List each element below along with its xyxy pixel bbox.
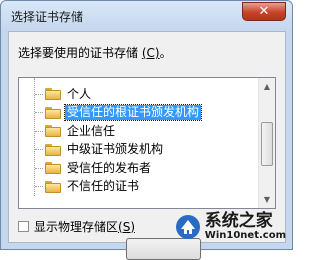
- tree-branch-line: [35, 167, 43, 169]
- tree-branch-line: [35, 186, 43, 187]
- tree-item-label: 受信任的根证书颁发机构: [63, 104, 203, 121]
- ok-button[interactable]: [126, 238, 201, 260]
- folder-icon: [45, 88, 61, 100]
- tree-item-label: 个人: [67, 86, 92, 101]
- tree-item-label: 受信任的发布者: [67, 160, 152, 175]
- tree-branch-line: [35, 130, 43, 132]
- close-icon: ✕: [258, 4, 270, 19]
- site-watermark: 系统之家 Win10net.com: [175, 210, 286, 241]
- prompt-text: 选择要使用的证书存储: [18, 46, 142, 60]
- title-bar[interactable]: 选择证书存储 ✕: [1, 1, 292, 31]
- tree-scrollbar[interactable]: ▲ ▼: [258, 78, 275, 208]
- watermark-logo-icon: [175, 214, 200, 239]
- tree-item[interactable]: 企业信任: [35, 123, 117, 139]
- scroll-thumb[interactable]: [261, 122, 273, 166]
- scroll-up-arrow[interactable]: ▲: [259, 78, 275, 95]
- tree-branch-line: [35, 112, 43, 113]
- tree-branch-line: [35, 93, 43, 95]
- tree-branch-line: [35, 149, 43, 150]
- tree-item-label: 中级证书颁发机构: [67, 142, 164, 156]
- watermark-url: Win10net.com: [204, 229, 286, 241]
- tree-item-label: 不信任的证书: [67, 179, 140, 193]
- prompt-accelerator: (C): [141, 46, 160, 60]
- dialog-window: 选择证书存储 ✕ 选择要使用的证书存储 (C)。 个人受信任的根证书颁发机构企业…: [0, 0, 293, 260]
- store-prompt: 选择要使用的证书存储 (C)。: [18, 44, 172, 61]
- certificate-store-tree[interactable]: 个人受信任的根证书颁发机构企业信任中级证书颁发机构 受信任的发布者 不信任的证书 ▲…: [18, 77, 276, 209]
- checkbox-accelerator: (S): [118, 219, 135, 234]
- tree-item-label: 企业信任: [67, 123, 116, 138]
- close-button[interactable]: ✕: [242, 2, 286, 21]
- tree-item[interactable]: 受信任的根证书颁发机构: [35, 104, 203, 121]
- tree-item[interactable]: 不信任的证书: [35, 179, 141, 195]
- folder-icon: [45, 106, 61, 119]
- folder-icon: [45, 162, 61, 174]
- tree-item[interactable]: 受信任的发布者: [35, 160, 153, 176]
- show-physical-stores-checkbox[interactable]: [18, 221, 29, 232]
- folder-icon: [45, 180, 61, 193]
- prompt-period: 。: [159, 46, 172, 60]
- tree-item[interactable]: 中级证书颁发机构: [35, 142, 165, 158]
- tree-items: 个人受信任的根证书颁发机构企业信任中级证书颁发机构 受信任的发布者 不信任的证书: [19, 78, 258, 208]
- tree-item[interactable]: 个人: [35, 86, 93, 102]
- folder-icon: [45, 143, 61, 156]
- folder-icon: [45, 125, 61, 137]
- watermark-title: 系统之家: [204, 210, 273, 231]
- window-title: 选择证书存储: [11, 10, 84, 24]
- scroll-down-arrow[interactable]: ▼: [259, 191, 275, 208]
- checkbox-label: 显示物理存储区: [34, 220, 119, 234]
- show-physical-stores-option[interactable]: 显示物理存储区 (S): [18, 218, 135, 235]
